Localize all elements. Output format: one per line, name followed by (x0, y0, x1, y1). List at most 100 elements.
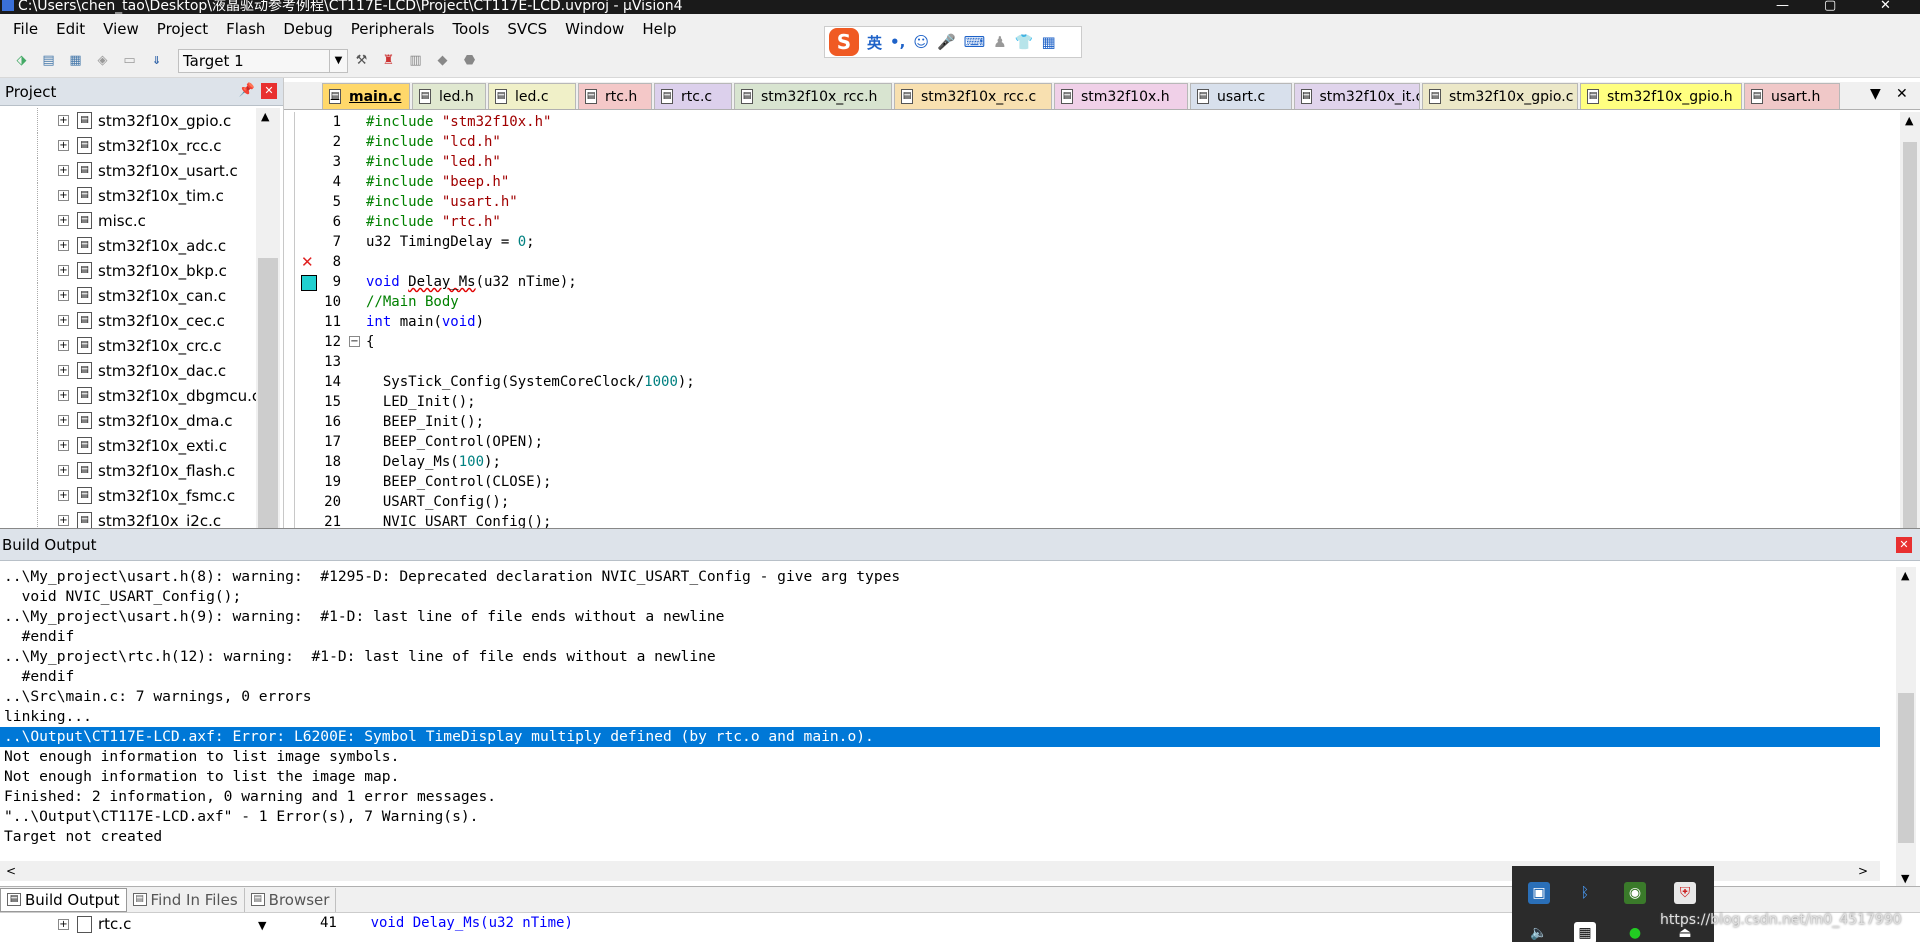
tree-item[interactable]: + ▤ stm32f10x_cec.c (0, 308, 264, 333)
build-output-line[interactable]: #endif (0, 627, 1880, 647)
emoji-icon[interactable]: ☺ (913, 33, 929, 51)
build-output-line[interactable]: Not enough information to list the image… (0, 767, 1880, 787)
close-icon[interactable]: ✕ (1896, 537, 1912, 553)
tab-usart-h[interactable]: ▤ usart.h (1744, 83, 1840, 109)
menu-project[interactable]: Project (148, 20, 217, 38)
build-output-line[interactable]: Target not created (0, 827, 1880, 847)
tab-stm32f10x-rcc-h[interactable]: ▤ stm32f10x_rcc.h (734, 83, 892, 109)
tab-stm32f10x-gpio-c[interactable]: ▤ stm32f10x_gpio.c (1422, 83, 1578, 109)
tab-led-h[interactable]: ▤ led.h (412, 83, 486, 109)
tree-item-rtc[interactable]: + rtc.c (58, 915, 131, 933)
tree-item[interactable]: + ▤ stm32f10x_exti.c (0, 433, 264, 458)
expand-icon[interactable]: + (58, 140, 69, 151)
tree-item[interactable]: + ▤ stm32f10x_rcc.c (0, 133, 264, 158)
build-icon[interactable]: ▤ (38, 51, 59, 70)
expand-icon[interactable]: + (58, 390, 69, 401)
tab-build-output[interactable]: ▤ Build Output (0, 887, 127, 912)
microphone-icon[interactable]: 🎤 (937, 33, 956, 51)
scroll-thumb[interactable] (1903, 142, 1917, 528)
expand-icon[interactable]: + (58, 165, 69, 176)
translate-icon[interactable]: ⬗ (11, 51, 32, 70)
expand-icon[interactable]: + (58, 215, 69, 226)
build-output-line[interactable]: Finished: 2 information, 0 warning and 1… (0, 787, 1880, 807)
user-icon[interactable]: ♟ (993, 33, 1006, 51)
tree-item[interactable]: + ▤ stm32f10x_usart.c (0, 158, 264, 183)
expand-icon[interactable]: + (58, 365, 69, 376)
expand-icon[interactable]: + (58, 240, 69, 251)
books-icon[interactable]: ⬣ (459, 51, 480, 70)
tab-stm32f10x-rcc-c[interactable]: ▤ stm32f10x_rcc.c (894, 83, 1052, 109)
tree-item[interactable]: + ▤ stm32f10x_bkp.c (0, 258, 264, 283)
tree-item[interactable]: + ▤ stm32f10x_gpio.c (0, 108, 264, 133)
tree-item[interactable]: + ▤ stm32f10x_fsmc.c (0, 483, 264, 508)
tree-item[interactable]: + ▤ stm32f10x_i2c.c (0, 508, 264, 528)
close-icon[interactable]: ✕ (261, 83, 277, 99)
tab-rtc-c[interactable]: ▤ rtc.c (654, 83, 732, 109)
scroll-up-icon[interactable]: ▲ (261, 110, 269, 123)
tree-item[interactable]: + ▤ stm32f10x_dbgmcu.c (0, 383, 264, 408)
build-output-scrollbar[interactable]: ▲ ▼ (1896, 567, 1916, 887)
scroll-right-icon[interactable]: > (1858, 861, 1868, 881)
tree-item[interactable]: + ▤ stm32f10x_adc.c (0, 233, 264, 258)
menu-tools[interactable]: Tools (443, 20, 498, 38)
target-select[interactable]: Target 1 ▼ (178, 48, 348, 73)
target-options-icon[interactable]: ⚒ (351, 51, 372, 70)
scroll-down-icon[interactable]: ▼ (258, 919, 266, 932)
scroll-thumb[interactable] (1898, 693, 1914, 843)
tab-usart-c[interactable]: ▤ usart.c (1190, 83, 1292, 109)
expand-icon[interactable]: + (58, 290, 69, 301)
tab-main-c[interactable]: ▤ main.c (322, 83, 410, 109)
select-packs-icon[interactable]: ◆ (432, 51, 453, 70)
scroll-up-icon[interactable]: ▲ (1905, 114, 1913, 127)
chevron-down-icon[interactable]: ▼ (329, 49, 347, 72)
expand-icon[interactable]: + (58, 340, 69, 351)
pin-icon[interactable]: 📌 (239, 83, 255, 98)
rebuild-icon[interactable]: ▦ (65, 51, 86, 70)
stop-build-icon[interactable]: ▭ (119, 51, 140, 70)
download-icon[interactable]: ⇓ (146, 51, 167, 70)
expand-icon[interactable]: + (58, 515, 69, 526)
close-tab-icon[interactable]: ✕ (1896, 86, 1908, 102)
menu-file[interactable]: File (4, 20, 47, 38)
tab-led-c[interactable]: ▤ led.c (488, 83, 576, 109)
expand-icon[interactable]: + (58, 415, 69, 426)
build-output-text[interactable]: ..\My_project\usart.h(8): warning: #1295… (0, 567, 1880, 877)
skin-icon[interactable]: 👕 (1015, 33, 1034, 51)
build-output-line[interactable]: ..\My_project\usart.h(8): warning: #1295… (0, 567, 1880, 587)
build-output-line[interactable]: ..\Src\main.c: 7 warnings, 0 errors (0, 687, 1880, 707)
toolbox-icon[interactable]: ▦ (1041, 33, 1055, 51)
tab-rtc-h[interactable]: ▤ rtc.h (578, 83, 652, 109)
tree-scrollbar[interactable]: ▲ (256, 108, 280, 528)
build-output-line[interactable]: #endif (0, 667, 1880, 687)
tab-stm32f10x-gpio-h[interactable]: ▤ stm32f10x_gpio.h (1580, 83, 1742, 109)
nvidia-icon[interactable]: ◉ (1624, 882, 1646, 904)
tree-item[interactable]: + ▤ stm32f10x_dac.c (0, 358, 264, 383)
tree-item[interactable]: + ▤ stm32f10x_dma.c (0, 408, 264, 433)
tree-item[interactable]: + ▤ misc.c (0, 208, 264, 233)
expand-icon[interactable]: + (58, 490, 69, 501)
build-output-line-selected[interactable]: ..\Output\CT117E-LCD.axf: Error: L6200E:… (0, 727, 1880, 747)
tree-item[interactable]: + ▤ stm32f10x_crc.c (0, 333, 264, 358)
ime-lang-toggle[interactable]: 英 (867, 32, 882, 53)
wechat-icon[interactable]: ● (1624, 922, 1646, 944)
tree-item[interactable]: + ▤ stm32f10x_tim.c (0, 183, 264, 208)
file-extensions-icon[interactable]: ▥ (405, 51, 426, 70)
tab-browser[interactable]: ▤ Browser (245, 887, 337, 912)
keyboard-icon[interactable]: ⌨ (964, 33, 986, 51)
scroll-left-icon[interactable]: < (6, 864, 16, 878)
build-output-line[interactable]: void NVIC_USART_Config(); (0, 587, 1880, 607)
tab-stm32f10x-it-c[interactable]: ▤ stm32f10x_it.c (1294, 83, 1420, 109)
menu-view[interactable]: View (94, 20, 148, 38)
expand-icon[interactable]: + (58, 465, 69, 476)
tab-stm32f10x-h[interactable]: ▤ stm32f10x.h (1054, 83, 1188, 109)
menu-help[interactable]: Help (633, 20, 685, 38)
security-shield-icon[interactable]: ⛨ (1674, 882, 1696, 904)
menu-peripherals[interactable]: Peripherals (342, 20, 444, 38)
tab-list-icon[interactable]: ▼ (1870, 86, 1881, 102)
menu-window[interactable]: Window (556, 20, 633, 38)
build-output-line[interactable]: Not enough information to list image sym… (0, 747, 1880, 767)
menu-svcs[interactable]: SVCS (498, 20, 556, 38)
menu-edit[interactable]: Edit (47, 20, 94, 38)
build-output-line[interactable]: ..\My_project\rtc.h(12): warning: #1-D: … (0, 647, 1880, 667)
editor-scrollbar[interactable]: ▲ (1900, 112, 1920, 528)
